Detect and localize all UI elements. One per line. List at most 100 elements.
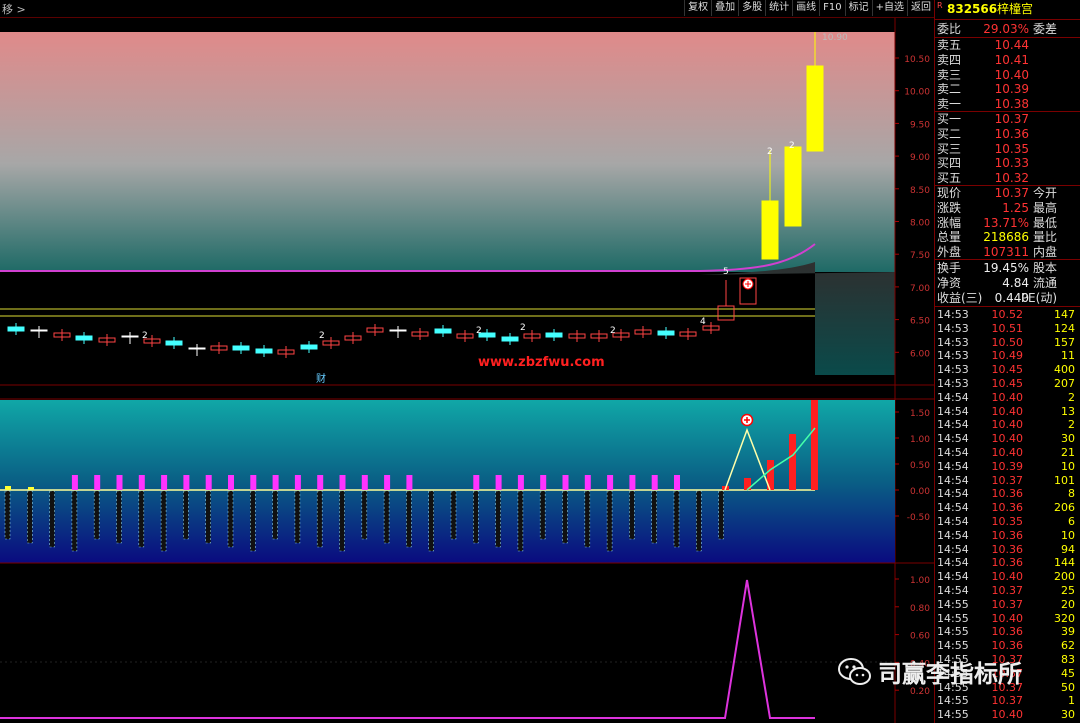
- quote-row-value: 107311: [983, 245, 1029, 260]
- tick-price: 10.45: [991, 363, 1024, 377]
- candle-large: [806, 65, 824, 152]
- bottom-signal-line: [0, 579, 815, 719]
- candle: [389, 329, 407, 332]
- candle: [545, 332, 563, 338]
- candle-mark: 5: [723, 267, 729, 277]
- y-tick-label: 0.80: [910, 604, 930, 614]
- quote-row: 涨跌 1.25 最高: [935, 201, 1080, 215]
- tick-price: 10.36: [991, 639, 1024, 653]
- macd-bar-pos: [540, 475, 547, 490]
- toolbar-button-2[interactable]: 多股: [738, 0, 765, 16]
- quote-row-label2: 内盘: [1032, 245, 1057, 260]
- buy-signal-icon: [742, 278, 754, 290]
- macd-bar-neg: [93, 490, 100, 540]
- macd-bar-neg: [138, 490, 145, 548]
- macd-bar-pos: [250, 475, 257, 490]
- tick-time: 14:55: [937, 708, 969, 722]
- tick-time: 14:55: [937, 625, 969, 639]
- macd-bar-neg: [316, 490, 323, 548]
- breadcrumb[interactable]: 移 >: [2, 1, 26, 17]
- y-tick-label: 9.50: [910, 120, 930, 130]
- toolbar-button-6[interactable]: 标记: [844, 0, 872, 16]
- tick-row: 14:55 10.36 39: [935, 625, 1080, 639]
- y-tick-label: 8.00: [910, 219, 930, 229]
- tick-volume: 20: [1061, 597, 1075, 611]
- macd-bar-neg: [26, 490, 33, 544]
- macd-bar-pos: [317, 475, 324, 490]
- tick-volume: 147: [1054, 308, 1075, 321]
- tick-volume: 144: [1054, 556, 1075, 570]
- tick-price: 10.36: [991, 625, 1024, 639]
- candle: [657, 330, 675, 336]
- macd-bar-pos: [116, 475, 123, 490]
- macd-bar-pos: [272, 475, 279, 490]
- weibi-value: 29.03%: [983, 22, 1029, 36]
- tick-price: 10.40: [991, 446, 1024, 459]
- macd-bar-neg: [495, 490, 501, 548]
- toolbar-button-8[interactable]: 返回: [907, 0, 934, 16]
- quote-row-value: 10.33: [994, 156, 1029, 171]
- quote-row: 外盘 107311 内盘: [935, 245, 1080, 259]
- tick-price: 10.37: [991, 597, 1024, 611]
- tick-volume: 124: [1054, 321, 1075, 335]
- quote-row-value: 218686: [983, 230, 1029, 245]
- tick-row: 14:54 10.37 25: [935, 584, 1080, 598]
- wechat-icon: [838, 657, 871, 685]
- toolbar-button-1[interactable]: 叠加: [711, 0, 738, 16]
- quote-row: 换手 19.45% 股本: [935, 261, 1080, 275]
- main-gradient: [0, 32, 895, 272]
- macd-bar-pos: [161, 475, 168, 490]
- macd-bar-pos: [607, 475, 614, 490]
- macd-bar-neg: [428, 490, 435, 552]
- toolbar-button-5[interactable]: F10: [819, 0, 844, 16]
- quote-row-label: 涨幅: [937, 215, 962, 230]
- macd-bar-pos: [674, 475, 680, 490]
- toolbar-button-0[interactable]: 复权: [684, 0, 711, 16]
- quote-row-value: 13.71%: [983, 215, 1029, 230]
- toolbar-button-4[interactable]: 画线: [792, 0, 819, 16]
- toolbar-button-7[interactable]: +自选: [871, 0, 907, 16]
- quote-row-label2: 流通: [1032, 275, 1057, 290]
- macd-bar-pos: [339, 475, 346, 490]
- stock-header[interactable]: R 832566 梓橦宫: [935, 1, 1080, 16]
- toolbar-button-3[interactable]: 统计: [765, 0, 792, 16]
- quote-row: 净资 4.84 流通: [935, 276, 1080, 290]
- y-tick-label: 6.50: [910, 317, 930, 327]
- tick-row: 14:53 10.50 157: [935, 336, 1080, 350]
- tick-row: 14:55 10.37 1: [935, 694, 1080, 708]
- quote-panel: R 832566 梓橦宫 委比 29.03% 委差 卖五 10.44 卖四 10.41…: [934, 0, 1080, 723]
- macd-bar-neg: [183, 490, 189, 540]
- tick-row: 14:53 10.52 147: [935, 308, 1080, 322]
- quote-row-label2: 股本: [1032, 261, 1057, 275]
- quote-row-value: 1.25: [1002, 200, 1029, 215]
- wechat-watermark: 司赢李指标所: [838, 654, 1022, 689]
- quote-row: 收益(三) 0.440 PE(动): [935, 291, 1080, 305]
- quote-row-label: 卖三: [937, 67, 962, 82]
- macd-bar-neg: [160, 490, 167, 552]
- macd-bar-neg: [539, 490, 546, 540]
- high-label: 10.90: [822, 33, 848, 43]
- tick-time: 14:53: [937, 335, 969, 349]
- macd-bar-neg: [205, 490, 211, 544]
- quote-row-value: 10.44: [994, 38, 1029, 52]
- candle-large: [784, 146, 802, 227]
- candle: [188, 347, 206, 350]
- tick-price: 10.40: [991, 432, 1024, 446]
- tick-volume: 50: [1061, 680, 1075, 694]
- quote-row-label2: 今开: [1032, 186, 1057, 200]
- tick-price: 10.40: [991, 708, 1024, 722]
- tick-time: 14:54: [937, 487, 969, 501]
- tick-price: 10.40: [991, 404, 1024, 418]
- tick-row: 14:53 10.51 124: [935, 322, 1080, 336]
- tick-row: 14:55 10.40 30: [935, 708, 1080, 722]
- tick-row: 14:54 10.40 200: [935, 570, 1080, 584]
- macd-bar-neg: [361, 490, 368, 540]
- weibi-label: 委比: [937, 22, 962, 36]
- tick-volume: 10: [1061, 528, 1075, 542]
- chart-area[interactable]: 2 2 2 2 2 4 5 2 2 www.zbzfwu.com 财 10.90 10.50 10…: [0, 0, 934, 723]
- tick-row: 14:54 10.40 13: [935, 405, 1080, 419]
- macd-signal-icon: [740, 413, 754, 427]
- macd-bar-neg: [4, 490, 11, 540]
- tick-price: 10.40: [991, 570, 1024, 584]
- tick-row: 14:54 10.40 21: [935, 446, 1080, 460]
